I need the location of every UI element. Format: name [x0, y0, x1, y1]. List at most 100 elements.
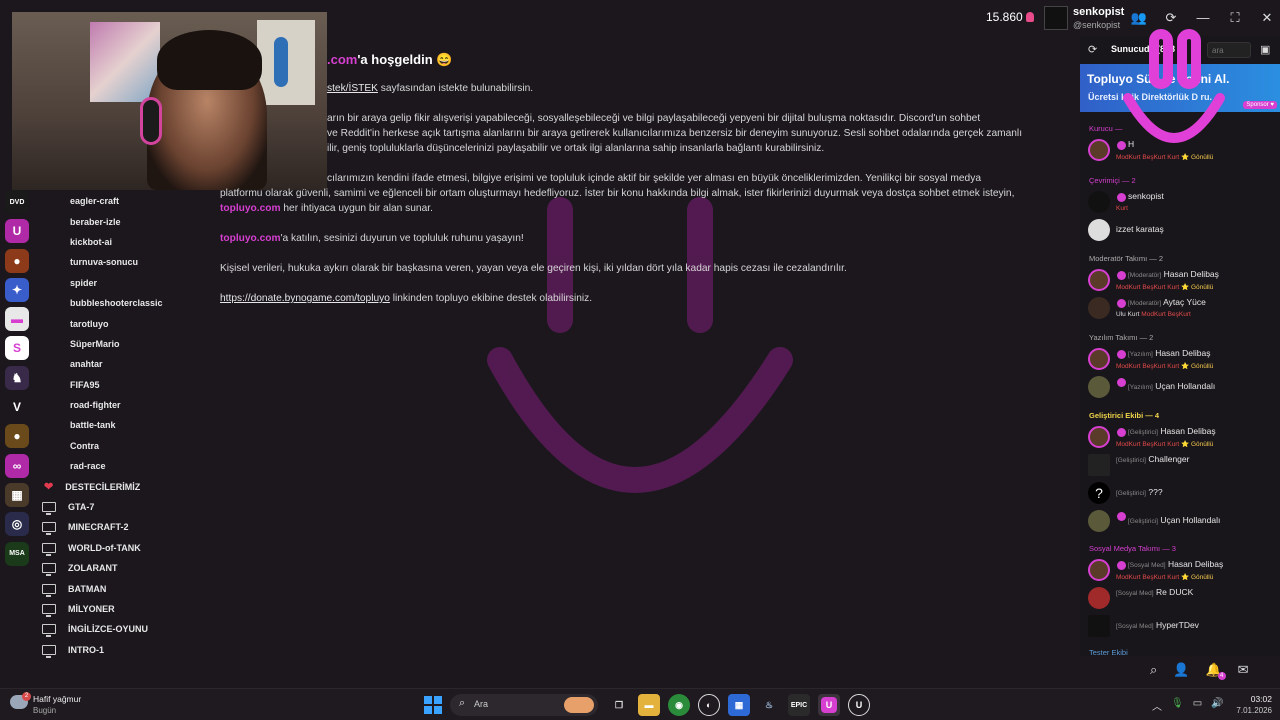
- channel-item[interactable]: FIFA95: [40, 375, 200, 395]
- valorant-icon[interactable]: V: [5, 395, 29, 420]
- channel-label: tarotluyo: [70, 318, 109, 329]
- join-paragraph: topluyo.com'a katılın, sesinizi duyurun …: [220, 233, 524, 244]
- channel-item[interactable]: INTRO-1: [40, 640, 200, 660]
- weather-sub: Bugün: [33, 706, 57, 715]
- member-item[interactable]: [Geliştirici] Uçan Hollandalı: [1088, 509, 1278, 535]
- user-profile[interactable]: senkopist @senkopist: [1044, 4, 1124, 32]
- channel-item[interactable]: eagler-craft: [40, 191, 200, 211]
- channel-item[interactable]: turnuva-sonucu: [40, 252, 200, 272]
- game-icon-1[interactable]: ●: [5, 248, 29, 273]
- painting: [90, 22, 160, 102]
- dvd-icon[interactable]: DVD: [5, 190, 29, 214]
- channel-item[interactable]: beraber-izle: [40, 211, 200, 231]
- game-icon-9[interactable]: ◎: [5, 512, 29, 537]
- bell-icon[interactable]: 🔔 4: [1205, 662, 1226, 680]
- channel-item[interactable]: kickbot-ai: [40, 232, 200, 252]
- channel-item[interactable]: SüperMario: [40, 334, 200, 354]
- donate-link[interactable]: https://donate.bynogame.com/topluyo: [220, 293, 390, 304]
- volume-icon[interactable]: 🔊: [1211, 698, 1223, 713]
- member-item[interactable]: [Sosyal Med] Hasan Delibaş ModKurt BeşKu…: [1088, 558, 1278, 584]
- member-item[interactable]: ? [Geliştirici] ???: [1088, 481, 1278, 507]
- channel-label: DESTECİLERİMİZ: [65, 481, 141, 492]
- game-icon-6[interactable]: ●: [5, 424, 29, 449]
- member-item[interactable]: izzet karataş: [1088, 218, 1278, 244]
- task-view-icon[interactable]: ❐: [608, 694, 630, 716]
- request-link[interactable]: stek/İSTEK: [327, 83, 378, 94]
- game-icon-5[interactable]: ♞: [5, 365, 29, 390]
- topluyo-app-icon[interactable]: U: [818, 694, 840, 716]
- channel-item[interactable]: tarotluyo: [40, 313, 200, 333]
- member-item[interactable]: H ModKurt BeşKurt Kurt ⭐ Gönüllü: [1088, 138, 1278, 164]
- channel-item[interactable]: WORLD-of-TANK: [40, 538, 200, 558]
- member-item[interactable]: [Moderatör] Hasan Delibaş ModKurt BeşKur…: [1088, 268, 1278, 294]
- member-item[interactable]: [Moderatör] Aytaç Yüce Ulu Kurt ModKurt …: [1088, 296, 1278, 322]
- username: senkopist: [1073, 6, 1125, 18]
- channel-item[interactable]: road-fighter: [40, 395, 200, 415]
- channel-item[interactable]: spider: [40, 273, 200, 293]
- channel-item[interactable]: bubbleshooterclassic: [40, 293, 200, 313]
- monitor-icon: [42, 583, 56, 597]
- channel-label: İNGİLİZCE-OYUNU: [68, 624, 148, 635]
- maximize-icon[interactable]: ⛶: [1224, 8, 1246, 28]
- member-item[interactable]: [Yazılım] Uçan Hollandalı: [1088, 375, 1278, 401]
- monitor-icon: [42, 644, 56, 658]
- channel-item[interactable]: ❤ DESTECİLERİMİZ: [40, 476, 200, 496]
- channel-item[interactable]: BATMAN: [40, 578, 200, 598]
- game-icon-3[interactable]: ▬: [5, 307, 29, 332]
- member-item[interactable]: senkopist Kurt: [1088, 190, 1278, 216]
- member-item[interactable]: [Geliştirici] Challenger: [1088, 453, 1278, 479]
- member-item[interactable]: [Yazılım] Hasan Delibaş ModKurt BeşKurt …: [1088, 347, 1278, 373]
- channel-item[interactable]: GTA-7: [40, 497, 200, 517]
- microphone-icon[interactable]: 🎙: [1171, 698, 1184, 713]
- panel-icon[interactable]: ▣: [1260, 43, 1270, 56]
- game-icon-7[interactable]: ∞: [5, 453, 29, 478]
- steam-icon[interactable]: ♨: [758, 694, 780, 716]
- network-icon[interactable]: ▭: [1193, 698, 1202, 713]
- channel-item[interactable]: MINECRAFT-2: [40, 517, 200, 537]
- epic-games-icon[interactable]: EPIC: [788, 694, 810, 716]
- member-search-input[interactable]: [1207, 42, 1251, 58]
- channel-item[interactable]: ZOLARANT: [40, 558, 200, 578]
- section-social: Sosyal Medya Takımı — 3: [1089, 544, 1176, 553]
- coin-balance[interactable]: 15.860: [986, 10, 1034, 24]
- game-icon-2[interactable]: ✦: [5, 277, 29, 302]
- member-item[interactable]: [Sosyal Med] HyperTDev: [1088, 614, 1278, 640]
- app-icon[interactable]: ◐: [698, 694, 720, 716]
- message-icon[interactable]: ✉: [1238, 662, 1249, 678]
- chevron-up-icon[interactable]: ︿: [1152, 698, 1162, 713]
- refresh-icon[interactable]: ⟳: [1160, 8, 1182, 28]
- sponsor-banner[interactable]: Topluyo Sü Li e Yerini Al. Ücretsi knik …: [1080, 64, 1280, 112]
- taskbar-clock[interactable]: 03:02 7.01.2026: [1234, 694, 1272, 715]
- weather-text: Hafif yağmur: [33, 694, 82, 704]
- game-icon-8[interactable]: ▦: [5, 482, 29, 507]
- close-icon[interactable]: ✕: [1256, 8, 1278, 28]
- channel-label: SüperMario: [70, 338, 120, 349]
- channel-list: eagler-craft beraber-izle kickbot-ai turnuv…: [40, 191, 200, 660]
- windows-start-icon[interactable]: [424, 696, 442, 714]
- store-icon[interactable]: ▦: [728, 694, 750, 716]
- channel-item[interactable]: rad-race: [40, 456, 200, 476]
- topluyo-icon[interactable]: U: [5, 219, 29, 244]
- unreal-icon[interactable]: U: [848, 694, 870, 716]
- chrome-icon[interactable]: ◉: [668, 694, 690, 716]
- people-icon[interactable]: 👥: [1128, 8, 1150, 28]
- channel-item[interactable]: Contra: [40, 436, 200, 456]
- member-item[interactable]: [Geliştirici] Hasan Delibaş ModKurt BeşK…: [1088, 425, 1278, 451]
- channel-item[interactable]: İNGİLİZCE-OYUNU: [40, 619, 200, 639]
- channel-item[interactable]: MİLYONER: [40, 599, 200, 619]
- user-icon[interactable]: 👤: [1173, 662, 1189, 678]
- search-icon[interactable]: ⌕: [1150, 662, 1157, 678]
- member-item[interactable]: [Sosyal Med] Re DUCK: [1088, 586, 1278, 612]
- channel-label: ZOLARANT: [68, 563, 118, 574]
- channel-item[interactable]: anahtar: [40, 354, 200, 374]
- welcome-heading: .com'a hoşgeldin 😄: [327, 52, 453, 67]
- channel-item[interactable]: battle-tank: [40, 415, 200, 435]
- refresh-icon[interactable]: ⟳: [1088, 43, 1097, 56]
- section-testers: Tester Ekibi: [1089, 648, 1128, 656]
- file-explorer-icon[interactable]: ▬: [638, 694, 660, 716]
- taskbar-search[interactable]: ⌕ Ara: [450, 694, 598, 716]
- section-software: Yazılım Takımı — 2: [1089, 333, 1154, 342]
- minimize-icon[interactable]: —: [1192, 8, 1214, 28]
- game-icon-4[interactable]: S: [5, 336, 29, 361]
- game-icon-10[interactable]: MSA: [5, 541, 29, 566]
